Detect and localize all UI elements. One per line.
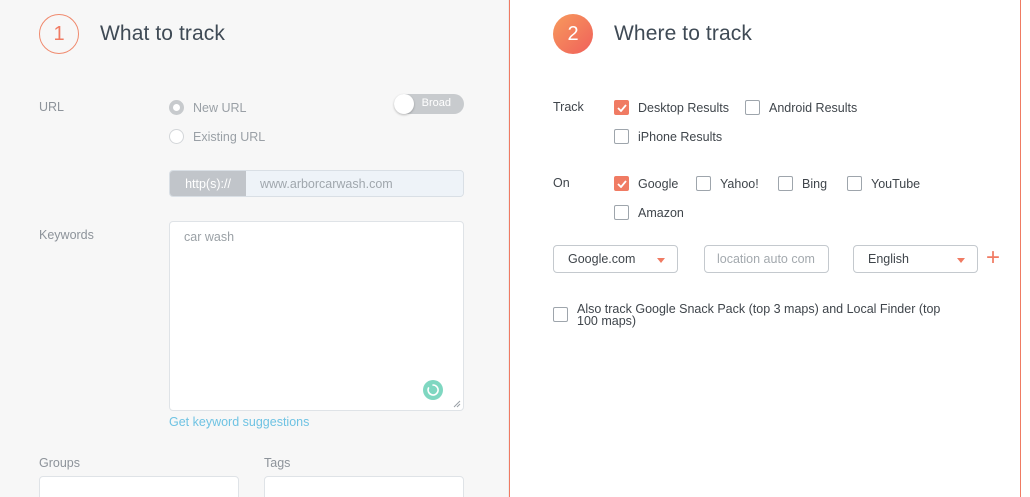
snack-pack-option[interactable]: Also track Google Snack Pack (top 3 maps…: [553, 303, 957, 327]
step-1-badge: 1: [39, 14, 79, 54]
language-select[interactable]: English: [853, 245, 978, 273]
google-label: Google: [638, 176, 679, 191]
groups-label: Groups: [39, 456, 80, 470]
yahoo-label: Yahoo!: [720, 176, 759, 191]
android-results-label: Android Results: [769, 100, 858, 115]
new-url-label: New URL: [193, 100, 247, 115]
snack-pack-checkbox[interactable]: [553, 307, 568, 322]
bing-checkbox[interactable]: [778, 176, 793, 191]
amazon-option[interactable]: Amazon: [614, 205, 684, 220]
toggle-knob: [394, 94, 414, 114]
language-select-value: English: [868, 252, 909, 266]
new-url-option[interactable]: New URL: [169, 100, 247, 115]
groups-input[interactable]: [39, 476, 239, 497]
bing-label: Bing: [802, 176, 828, 191]
youtube-checkbox[interactable]: [847, 176, 862, 191]
keywords-textarea[interactable]: car wash: [169, 221, 464, 411]
add-location-button[interactable]: +: [986, 246, 1000, 270]
keyword-suggestions-link[interactable]: Get keyword suggestions: [169, 415, 309, 429]
where-to-track-panel: 2 Where to track Track Desktop Results A…: [509, 0, 1021, 497]
iphone-results-checkbox[interactable]: [614, 129, 629, 144]
url-protocol-prefix: http(s)://: [170, 171, 246, 196]
step-2-number: 2: [567, 22, 579, 45]
search-engine-domain-select[interactable]: Google.com: [553, 245, 678, 273]
url-input-group: http(s):// www.arborcarwash.com: [169, 170, 464, 197]
keywords-label: Keywords: [39, 228, 94, 242]
snack-pack-label: Also track Google Snack Pack (top 3 maps…: [577, 302, 941, 328]
google-option[interactable]: Google: [614, 176, 678, 191]
existing-url-option[interactable]: Existing URL: [169, 129, 265, 144]
location-input[interactable]: location auto com: [704, 245, 829, 273]
desktop-results-label: Desktop Results: [638, 100, 730, 115]
on-label: On: [553, 176, 570, 190]
google-checkbox[interactable]: [614, 176, 629, 191]
bing-option[interactable]: Bing: [778, 176, 827, 191]
existing-url-radio[interactable]: [169, 129, 184, 144]
location-placeholder: location auto com: [717, 252, 815, 266]
what-to-track-panel: 1 What to track URL New URL Existing URL…: [0, 0, 509, 497]
url-input[interactable]: www.arborcarwash.com: [246, 171, 463, 196]
new-url-radio[interactable]: [169, 100, 184, 115]
loading-spinner-icon: [423, 380, 443, 400]
amazon-label: Amazon: [638, 205, 684, 220]
iphone-results-option[interactable]: iPhone Results: [614, 129, 722, 144]
android-results-checkbox[interactable]: [745, 100, 760, 115]
desktop-results-checkbox[interactable]: [614, 100, 629, 115]
yahoo-checkbox[interactable]: [696, 176, 711, 191]
chevron-down-icon: [957, 258, 965, 263]
tags-label: Tags: [264, 456, 291, 470]
chevron-down-icon: [657, 258, 665, 263]
url-label: URL: [39, 100, 65, 114]
amazon-checkbox[interactable]: [614, 205, 629, 220]
track-label: Track: [553, 100, 584, 114]
check-icon: [616, 179, 627, 188]
yahoo-option[interactable]: Yahoo!: [696, 176, 759, 191]
domain-select-value: Google.com: [568, 252, 636, 266]
keywords-value: car wash: [184, 230, 235, 244]
step-2-badge: 2: [553, 14, 593, 54]
youtube-label: YouTube: [871, 176, 921, 191]
step-1-number: 1: [53, 22, 65, 45]
desktop-results-option[interactable]: Desktop Results: [614, 100, 729, 115]
check-icon: [616, 103, 627, 112]
android-results-option[interactable]: Android Results: [745, 100, 857, 115]
broad-match-toggle[interactable]: Broad: [394, 94, 464, 114]
where-to-track-title: Where to track: [614, 22, 752, 45]
existing-url-label: Existing URL: [193, 129, 266, 144]
what-to-track-title: What to track: [100, 22, 226, 45]
tags-input[interactable]: [264, 476, 464, 497]
iphone-results-label: iPhone Results: [638, 129, 723, 144]
broad-toggle-label: Broad: [421, 97, 451, 109]
resize-grip-icon[interactable]: [453, 400, 461, 408]
youtube-option[interactable]: YouTube: [847, 176, 920, 191]
